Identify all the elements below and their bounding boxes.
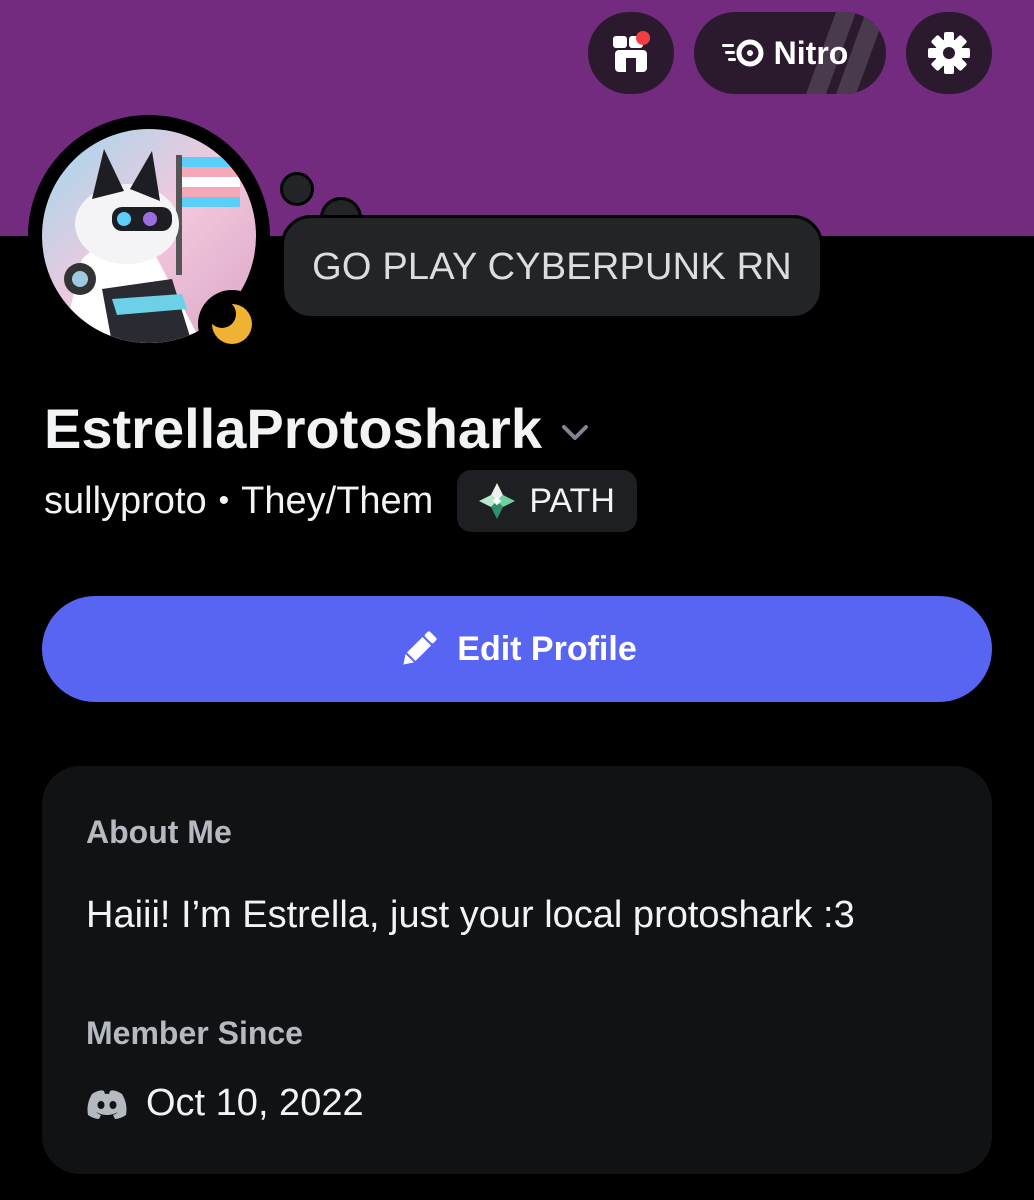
about-me-text: Haiii! I’m Estrella, just your local pro… [86,894,855,936]
discord-logo-icon [87,1089,127,1119]
shop-button[interactable] [588,12,674,94]
chevron-down-icon[interactable] [560,423,590,443]
idle-moon-icon [210,302,252,344]
status-bubble-tail-small [280,172,314,206]
nitro-button[interactable]: Nitro [694,12,886,94]
nitro-label: Nitro [773,34,849,71]
edit-profile-label: Edit Profile [457,629,637,668]
custom-status-text: GO PLAY CYBERPUNK RN [312,245,792,288]
separator-dot: • [218,484,230,517]
member-since-heading: Member Since [86,1015,303,1051]
settings-button[interactable] [906,12,992,94]
username: sullyproto [44,479,207,522]
profile-info-card: About Me Haiii! I’m Estrella, just your … [42,766,992,1174]
pencil-icon [403,631,437,665]
member-since-row: Oct 10, 2022 [86,1082,364,1125]
pronouns: They/Them [241,479,434,522]
about-me-heading: About Me [86,814,232,850]
crystal-icon [479,483,516,519]
server-tag-badge[interactable]: PATH [457,470,637,532]
display-name: EstrellaProtoshark [44,397,542,460]
gear-icon [928,32,970,74]
notification-dot [636,31,650,45]
edit-profile-button[interactable]: Edit Profile [42,596,992,702]
server-tag-text: PATH [529,481,615,520]
member-since-date: Oct 10, 2022 [146,1082,364,1124]
presence-status-indicator [198,290,266,358]
custom-status-bubble[interactable]: GO PLAY CYBERPUNK RN [281,215,823,319]
display-name-row[interactable]: EstrellaProtoshark [44,396,590,461]
shop-icon [613,31,650,72]
user-details-row: sullyproto • They/Them PATH [44,470,637,532]
nitro-icon [721,39,764,67]
